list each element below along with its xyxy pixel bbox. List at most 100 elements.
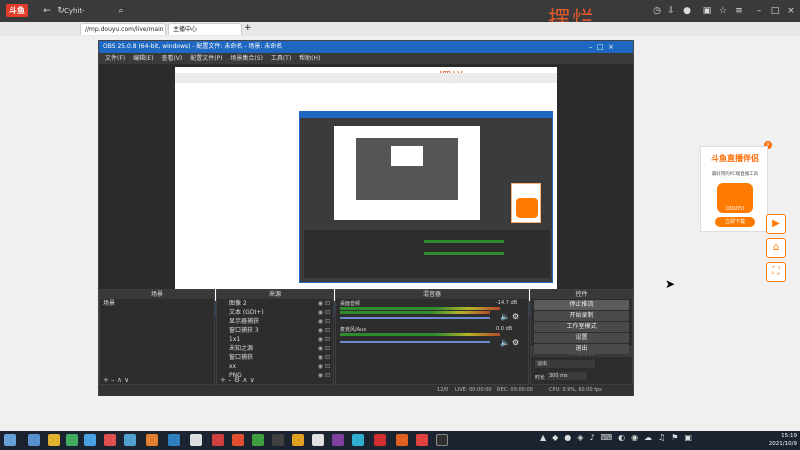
source-item[interactable]: xx ◉ ⊡ <box>217 362 333 371</box>
taskbar-app-icon[interactable] <box>312 434 324 446</box>
speaker-icon[interactable]: 🔈 <box>500 338 510 347</box>
gear-icon[interactable]: ⚙ <box>512 338 519 347</box>
studio-mode-button[interactable]: 工作室模式 <box>534 322 629 332</box>
clock-time: 15:19 <box>781 433 797 439</box>
taskbar-app-icon[interactable] <box>396 434 408 446</box>
eye-icon[interactable]: ◉ <box>318 317 323 326</box>
exit-button[interactable]: 退出 <box>534 344 629 354</box>
start-icon[interactable] <box>4 434 16 446</box>
dropped-frames: 12/0 <box>437 387 449 393</box>
taskbar-app-icon[interactable] <box>332 434 344 446</box>
bookmark-icon[interactable]: ☆ <box>716 0 730 22</box>
duration-input[interactable]: 300 ms <box>547 372 587 380</box>
source-item[interactable]: 窗口捕获 3 ◉ ⊡ <box>217 326 333 335</box>
transition-select[interactable]: 淡出 <box>535 360 595 368</box>
lock-icon[interactable]: ⊡ <box>325 299 330 308</box>
new-tab-icon[interactable]: + <box>244 23 252 33</box>
lock-icon[interactable]: ⊡ <box>325 344 330 353</box>
eye-icon[interactable]: ◉ <box>318 335 323 344</box>
eye-icon[interactable]: ◉ <box>318 371 323 380</box>
menu-edit[interactable]: 编辑(E) <box>133 53 153 64</box>
lock-icon[interactable]: ⊡ <box>325 335 330 344</box>
nested-preview <box>334 126 480 220</box>
scene-toolbar[interactable]: + – ∧ ∨ <box>103 376 129 384</box>
menu-help[interactable]: 帮助(H) <box>299 53 320 64</box>
eye-icon[interactable]: ◉ <box>318 353 323 362</box>
obs-preview[interactable]: 摆烂 <box>175 67 557 317</box>
volume-slider[interactable] <box>340 317 490 319</box>
taskbar-app-icon[interactable] <box>232 434 244 446</box>
taskbar-app-icon[interactable] <box>190 434 202 446</box>
minimize-icon[interactable]: – <box>752 0 766 22</box>
extension-icon[interactable]: ▣ <box>700 0 714 22</box>
download-icon[interactable]: ⇩ <box>664 0 678 22</box>
taskbar-app-icon[interactable] <box>374 434 386 446</box>
eye-icon[interactable]: ◉ <box>318 362 323 371</box>
scene-item[interactable]: 场景 <box>100 299 214 308</box>
gear-icon[interactable]: ⚙ <box>512 312 519 321</box>
avatar-icon[interactable]: ● <box>680 0 694 22</box>
taskbar-app-icon[interactable] <box>168 434 180 446</box>
lock-icon[interactable]: ⊡ <box>325 317 330 326</box>
eye-icon[interactable]: ◉ <box>318 344 323 353</box>
back-icon[interactable]: ← <box>40 0 54 22</box>
close-icon[interactable]: × <box>784 0 798 22</box>
source-toolbar[interactable]: + – ⚙ ∧ ∨ <box>220 376 255 384</box>
lock-icon[interactable]: ⊡ <box>325 326 330 335</box>
settings-button[interactable]: 设置 <box>534 333 629 343</box>
taskbar-app-icon[interactable] <box>292 434 304 446</box>
eye-icon[interactable]: ◉ <box>318 299 323 308</box>
start-record-button[interactable]: 开始录制 <box>534 311 629 321</box>
taskbar-app-icon[interactable] <box>252 434 264 446</box>
tab-url[interactable]: //mp.douyu.com/live/main <box>80 23 166 35</box>
taskbar-app-icon[interactable] <box>66 434 78 446</box>
source-item[interactable]: 未知之源 ◉ ⊡ <box>217 344 333 353</box>
taskbar-app-icon[interactable] <box>104 434 116 446</box>
expand-icon[interactable]: ⛶ <box>766 262 786 282</box>
menu-profile[interactable]: 配置文件(P) <box>190 53 222 64</box>
lock-icon[interactable]: ⊡ <box>325 308 330 317</box>
taskbar-app-icon[interactable] <box>28 434 40 446</box>
taskbar-app-icon[interactable] <box>436 434 448 446</box>
taskbar-app-icon[interactable] <box>84 434 96 446</box>
taskbar-app-icon[interactable] <box>416 434 428 446</box>
taskbar-app-icon[interactable] <box>48 434 60 446</box>
menu-tools[interactable]: 工具(T) <box>271 53 291 64</box>
taskbar-app-icon[interactable] <box>124 434 136 446</box>
menu-view[interactable]: 查看(V) <box>161 53 182 64</box>
play-icon[interactable]: ▶ <box>766 214 786 234</box>
taskbar-clock[interactable]: 15:19 2021/10/9 <box>737 432 797 448</box>
source-item[interactable]: 文本 (GDI+) ◉ ⊡ <box>217 308 333 317</box>
lock-icon[interactable]: ⊡ <box>325 353 330 362</box>
speaker-icon[interactable]: 🔈 <box>500 312 510 321</box>
menu-icon[interactable]: ≡ <box>732 0 746 22</box>
eye-icon[interactable]: ◉ <box>318 308 323 317</box>
menu-file[interactable]: 文件(F) <box>105 53 125 64</box>
taskbar-app-icon[interactable] <box>352 434 364 446</box>
source-item[interactable]: 图像 2 ◉ ⊡ <box>217 299 333 308</box>
stop-stream-button[interactable]: 停止推流 <box>534 300 629 310</box>
lock-icon[interactable]: ⊡ <box>325 371 330 380</box>
source-item[interactable]: 1x1 ◉ ⊡ <box>217 335 333 344</box>
rec-timer: REC: 00:00:00 <box>497 387 533 393</box>
maximize-icon[interactable]: □ <box>768 0 782 22</box>
source-item[interactable]: 显示器捕获 ◉ ⊡ <box>217 317 333 326</box>
history-icon[interactable]: ◷ <box>650 0 664 22</box>
scenes-panel-title: 场景 <box>100 290 214 299</box>
taskbar-app-icon[interactable] <box>146 434 158 446</box>
home-icon[interactable]: ⌂ <box>766 238 786 258</box>
search-icon[interactable]: ⌕ <box>114 0 128 22</box>
obs-window-controls[interactable]: – □ × <box>589 41 614 53</box>
source-label: xx <box>229 363 237 370</box>
download-button[interactable]: 立即下载 <box>715 217 755 227</box>
taskbar-app-icon[interactable] <box>272 434 284 446</box>
system-tray-icons[interactable]: ▲◆●◈♪⌨◐◉☁♫⚑▣ <box>540 433 698 442</box>
taskbar-app-icon[interactable] <box>212 434 224 446</box>
mixer-panel-title: 混音器 <box>336 290 528 299</box>
volume-slider[interactable] <box>340 341 490 343</box>
source-item[interactable]: 窗口捕获 ◉ ⊡ <box>217 353 333 362</box>
lock-icon[interactable]: ⊡ <box>325 362 330 371</box>
tab-anchor-center[interactable]: 主播中心 <box>168 23 242 35</box>
eye-icon[interactable]: ◉ <box>318 326 323 335</box>
menu-scene-collection[interactable]: 场景集合(S) <box>230 53 263 64</box>
